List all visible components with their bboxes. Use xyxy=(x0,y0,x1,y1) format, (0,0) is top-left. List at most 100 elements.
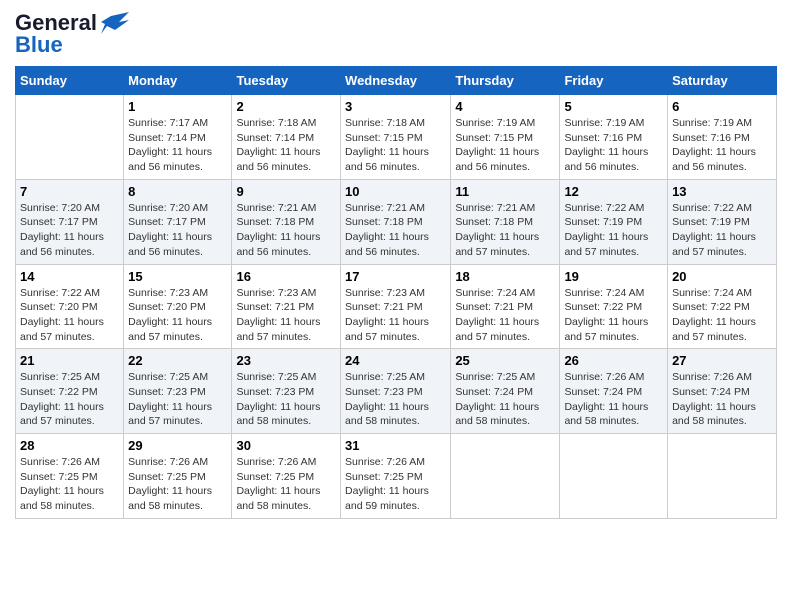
day-number: 27 xyxy=(672,353,772,368)
cell-info: Sunrise: 7:24 AMSunset: 7:22 PMDaylight:… xyxy=(564,287,648,343)
cell-info: Sunrise: 7:19 AMSunset: 7:15 PMDaylight:… xyxy=(455,117,539,173)
cell-info: Sunrise: 7:26 AMSunset: 7:25 PMDaylight:… xyxy=(345,456,429,512)
cell-info: Sunrise: 7:23 AMSunset: 7:21 PMDaylight:… xyxy=(236,287,320,343)
day-number: 12 xyxy=(564,184,663,199)
day-number: 18 xyxy=(455,269,555,284)
calendar-cell: 14 Sunrise: 7:22 AMSunset: 7:20 PMDayligh… xyxy=(16,264,124,349)
cell-info: Sunrise: 7:18 AMSunset: 7:15 PMDaylight:… xyxy=(345,117,429,173)
cell-info: Sunrise: 7:25 AMSunset: 7:23 PMDaylight:… xyxy=(345,371,429,427)
day-number: 2 xyxy=(236,99,336,114)
cell-info: Sunrise: 7:24 AMSunset: 7:21 PMDaylight:… xyxy=(455,287,539,343)
week-row-1: 1 Sunrise: 7:17 AMSunset: 7:14 PMDaylight… xyxy=(16,95,777,180)
header-day-thursday: Thursday xyxy=(451,67,560,95)
cell-info: Sunrise: 7:26 AMSunset: 7:24 PMDaylight:… xyxy=(672,371,756,427)
calendar-cell: 21Sunrise: 7:25 AMSunset: 7:22 PMDayligh… xyxy=(16,349,124,434)
calendar-cell: 30 Sunrise: 7:26 AMSunset: 7:25 PMDayligh… xyxy=(232,434,341,519)
calendar-cell: 27 Sunrise: 7:26 AMSunset: 7:24 PMDayligh… xyxy=(668,349,777,434)
cell-info: Sunrise: 7:18 AMSunset: 7:14 PMDaylight:… xyxy=(236,117,320,173)
cell-info: Sunrise: 7:20 AMSunset: 7:17 PMDaylight:… xyxy=(128,202,212,258)
day-number: 13 xyxy=(672,184,772,199)
cell-info: Sunrise: 7:25 AMSunset: 7:24 PMDaylight:… xyxy=(455,371,539,427)
calendar-cell: 4 Sunrise: 7:19 AMSunset: 7:15 PMDaylight… xyxy=(451,95,560,180)
calendar-cell: 11Sunrise: 7:21 AMSunset: 7:18 PMDayligh… xyxy=(451,179,560,264)
cell-info: Sunrise: 7:23 AMSunset: 7:21 PMDaylight:… xyxy=(345,287,429,343)
week-row-4: 21Sunrise: 7:25 AMSunset: 7:22 PMDayligh… xyxy=(16,349,777,434)
cell-info: Sunrise: 7:26 AMSunset: 7:25 PMDaylight:… xyxy=(236,456,320,512)
cell-info: Sunrise: 7:21 AMSunset: 7:18 PMDaylight:… xyxy=(236,202,320,258)
calendar-cell: 13 Sunrise: 7:22 AMSunset: 7:19 PMDayligh… xyxy=(668,179,777,264)
day-number: 1 xyxy=(128,99,227,114)
header-day-monday: Monday xyxy=(124,67,232,95)
day-number: 14 xyxy=(20,269,119,284)
header-row: SundayMondayTuesdayWednesdayThursdayFrid… xyxy=(16,67,777,95)
calendar-cell: 2 Sunrise: 7:18 AMSunset: 7:14 PMDaylight… xyxy=(232,95,341,180)
calendar-cell: 16Sunrise: 7:23 AMSunset: 7:21 PMDayligh… xyxy=(232,264,341,349)
calendar-cell: 5Sunrise: 7:19 AMSunset: 7:16 PMDaylight… xyxy=(560,95,668,180)
calendar-cell: 6 Sunrise: 7:19 AMSunset: 7:16 PMDaylight… xyxy=(668,95,777,180)
cell-info: Sunrise: 7:21 AMSunset: 7:18 PMDaylight:… xyxy=(345,202,429,258)
cell-info: Sunrise: 7:17 AMSunset: 7:14 PMDaylight:… xyxy=(128,117,212,173)
day-number: 21 xyxy=(20,353,119,368)
day-number: 20 xyxy=(672,269,772,284)
day-number: 19 xyxy=(564,269,663,284)
cell-info: Sunrise: 7:24 AMSunset: 7:22 PMDaylight:… xyxy=(672,287,756,343)
calendar-cell: 12 Sunrise: 7:22 AMSunset: 7:19 PMDayligh… xyxy=(560,179,668,264)
day-number: 23 xyxy=(236,353,336,368)
day-number: 24 xyxy=(345,353,446,368)
day-number: 29 xyxy=(128,438,227,453)
cell-info: Sunrise: 7:23 AMSunset: 7:20 PMDaylight:… xyxy=(128,287,212,343)
calendar-cell: 8 Sunrise: 7:20 AMSunset: 7:17 PMDaylight… xyxy=(124,179,232,264)
calendar-cell: 22Sunrise: 7:25 AMSunset: 7:23 PMDayligh… xyxy=(124,349,232,434)
header-day-saturday: Saturday xyxy=(668,67,777,95)
day-number: 4 xyxy=(455,99,555,114)
day-number: 7 xyxy=(20,184,119,199)
cell-info: Sunrise: 7:19 AMSunset: 7:16 PMDaylight:… xyxy=(672,117,756,173)
calendar-table: SundayMondayTuesdayWednesdayThursdayFrid… xyxy=(15,66,777,519)
cell-info: Sunrise: 7:22 AMSunset: 7:19 PMDaylight:… xyxy=(564,202,648,258)
day-number: 8 xyxy=(128,184,227,199)
calendar-cell: 29Sunrise: 7:26 AMSunset: 7:25 PMDayligh… xyxy=(124,434,232,519)
cell-info: Sunrise: 7:22 AMSunset: 7:19 PMDaylight:… xyxy=(672,202,756,258)
calendar-cell: 19 Sunrise: 7:24 AMSunset: 7:22 PMDayligh… xyxy=(560,264,668,349)
cell-info: Sunrise: 7:20 AMSunset: 7:17 PMDaylight:… xyxy=(20,202,104,258)
cell-info: Sunrise: 7:26 AMSunset: 7:24 PMDaylight:… xyxy=(564,371,648,427)
day-number: 22 xyxy=(128,353,227,368)
calendar-cell xyxy=(560,434,668,519)
calendar-cell: 9 Sunrise: 7:21 AMSunset: 7:18 PMDaylight… xyxy=(232,179,341,264)
day-number: 31 xyxy=(345,438,446,453)
header-day-tuesday: Tuesday xyxy=(232,67,341,95)
day-number: 25 xyxy=(455,353,555,368)
calendar-cell: 15 Sunrise: 7:23 AMSunset: 7:20 PMDayligh… xyxy=(124,264,232,349)
calendar-cell: 3Sunrise: 7:18 AMSunset: 7:15 PMDaylight… xyxy=(341,95,451,180)
cell-info: Sunrise: 7:22 AMSunset: 7:20 PMDaylight:… xyxy=(20,287,104,343)
header-day-sunday: Sunday xyxy=(16,67,124,95)
week-row-5: 28 Sunrise: 7:26 AMSunset: 7:25 PMDayligh… xyxy=(16,434,777,519)
day-number: 30 xyxy=(236,438,336,453)
calendar-cell: 31 Sunrise: 7:26 AMSunset: 7:25 PMDayligh… xyxy=(341,434,451,519)
logo-bird-icon xyxy=(101,12,129,34)
day-number: 15 xyxy=(128,269,227,284)
cell-info: Sunrise: 7:19 AMSunset: 7:16 PMDaylight:… xyxy=(564,117,648,173)
header-day-wednesday: Wednesday xyxy=(341,67,451,95)
logo-text-blue: Blue xyxy=(15,32,63,58)
calendar-header: SundayMondayTuesdayWednesdayThursdayFrid… xyxy=(16,67,777,95)
calendar-cell: 18 Sunrise: 7:24 AMSunset: 7:21 PMDayligh… xyxy=(451,264,560,349)
day-number: 17 xyxy=(345,269,446,284)
week-row-3: 14 Sunrise: 7:22 AMSunset: 7:20 PMDayligh… xyxy=(16,264,777,349)
calendar-cell: 10 Sunrise: 7:21 AMSunset: 7:18 PMDayligh… xyxy=(341,179,451,264)
day-number: 10 xyxy=(345,184,446,199)
day-number: 28 xyxy=(20,438,119,453)
day-number: 6 xyxy=(672,99,772,114)
calendar-cell xyxy=(668,434,777,519)
calendar-cell: 23 Sunrise: 7:25 AMSunset: 7:23 PMDayligh… xyxy=(232,349,341,434)
calendar-cell: 25 Sunrise: 7:25 AMSunset: 7:24 PMDayligh… xyxy=(451,349,560,434)
day-number: 9 xyxy=(236,184,336,199)
calendar-cell: 20 Sunrise: 7:24 AMSunset: 7:22 PMDayligh… xyxy=(668,264,777,349)
calendar-cell: 17 Sunrise: 7:23 AMSunset: 7:21 PMDayligh… xyxy=(341,264,451,349)
calendar-cell: 1 Sunrise: 7:17 AMSunset: 7:14 PMDaylight… xyxy=(124,95,232,180)
calendar-cell: 24 Sunrise: 7:25 AMSunset: 7:23 PMDayligh… xyxy=(341,349,451,434)
calendar-body: 1 Sunrise: 7:17 AMSunset: 7:14 PMDaylight… xyxy=(16,95,777,519)
cell-info: Sunrise: 7:25 AMSunset: 7:23 PMDaylight:… xyxy=(236,371,320,427)
cell-info: Sunrise: 7:21 AMSunset: 7:18 PMDaylight:… xyxy=(455,202,539,258)
cell-info: Sunrise: 7:26 AMSunset: 7:25 PMDaylight:… xyxy=(20,456,104,512)
